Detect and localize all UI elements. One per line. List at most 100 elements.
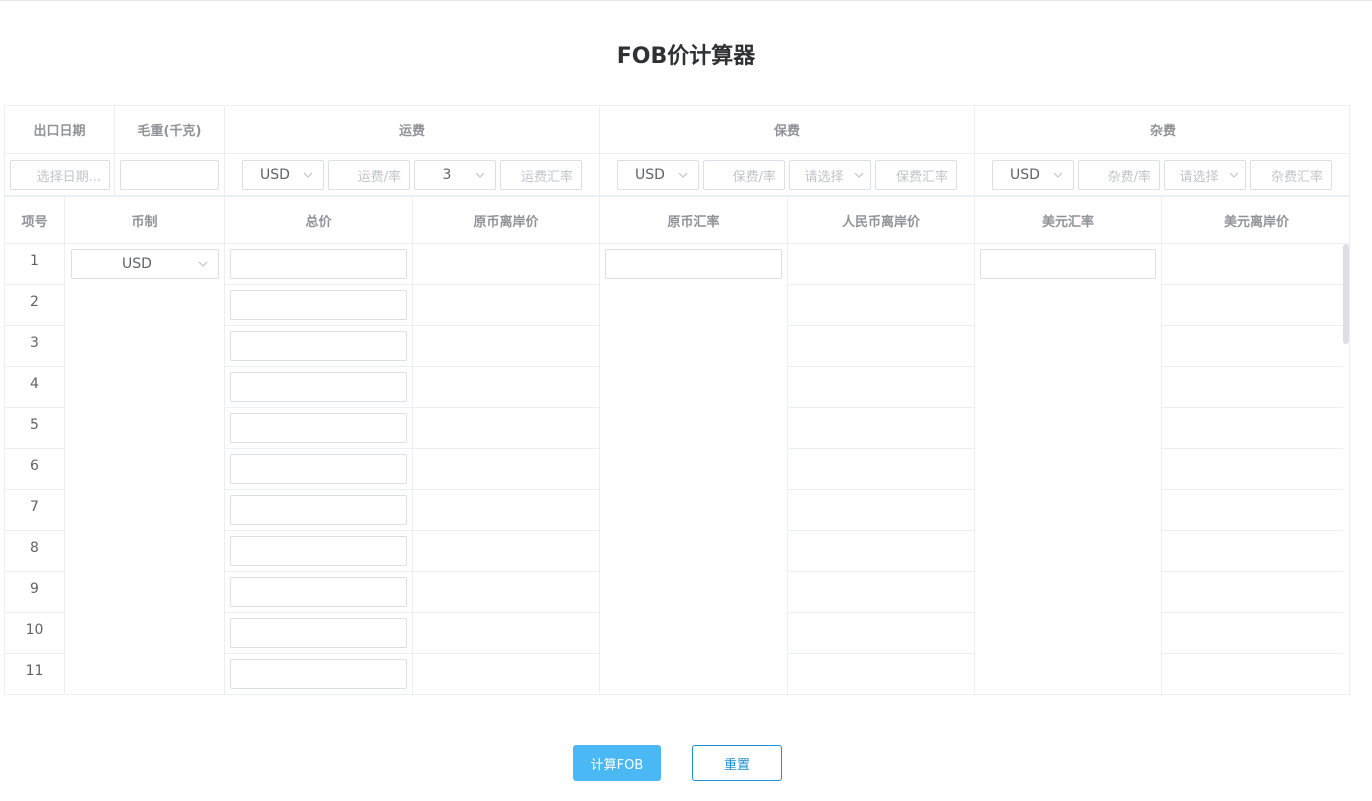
- usd-fob-cell: [1162, 531, 1343, 572]
- usd-rate-merged-cell: [975, 244, 1162, 694]
- row-number-cell: 9: [5, 572, 65, 613]
- total-price-input[interactable]: [230, 495, 407, 525]
- original-fob-cell: [413, 654, 600, 694]
- total-price-input[interactable]: [230, 536, 407, 566]
- calculate-fob-button[interactable]: 计算FOB: [573, 745, 661, 781]
- chevron-down-icon: [1229, 170, 1239, 180]
- freight-amount-input[interactable]: 运费/率: [328, 160, 410, 190]
- freight-currency-value: USD: [260, 167, 290, 183]
- col-rmb-fob: 人民币离岸价: [788, 196, 975, 244]
- chevron-down-icon: [303, 170, 313, 180]
- col-original-rate: 原币汇率: [600, 196, 788, 244]
- original-fob-cell: [413, 613, 600, 654]
- usd-fob-cell: [1162, 285, 1343, 326]
- row-number: 11: [25, 663, 44, 679]
- usd-fob-cell: [1162, 326, 1343, 367]
- total-price-input[interactable]: [230, 413, 407, 443]
- usd-fob-cell: [1162, 449, 1343, 490]
- usd-fob-cell: [1162, 490, 1343, 531]
- table-scrollbar[interactable]: [1343, 244, 1349, 344]
- row-number-cell: 4: [5, 367, 65, 408]
- original-fob-cell: [413, 449, 600, 490]
- header-insurance: 保费: [600, 106, 975, 154]
- calculator-table: 出口日期 毛重(千克) 运费 保费 杂费 选择日期... USD 运费/率 3 …: [4, 105, 1350, 695]
- chevron-down-icon: [475, 170, 485, 180]
- usd-rate-input[interactable]: [980, 249, 1156, 279]
- chevron-down-icon: [1053, 170, 1063, 180]
- insurance-currency-select[interactable]: USD: [617, 160, 699, 190]
- row-number: 10: [25, 622, 44, 638]
- header-freight: 运费: [225, 106, 600, 154]
- rmb-fob-cell: [788, 531, 975, 572]
- usd-fob-cell: [1162, 572, 1343, 613]
- row-number: 2: [30, 294, 39, 310]
- row-number-cell: 8: [5, 531, 65, 572]
- col-total-price: 总价: [225, 196, 413, 244]
- total-price-input[interactable]: [230, 659, 407, 689]
- rmb-fob-cell: [788, 367, 975, 408]
- row-number: 5: [30, 417, 39, 433]
- chevron-down-icon: [678, 170, 688, 180]
- row-number: 6: [30, 458, 39, 474]
- row-currency-value: USD: [122, 256, 152, 272]
- freight-currency-select[interactable]: USD: [242, 160, 324, 190]
- total-price-input[interactable]: [230, 290, 407, 320]
- total-price-input[interactable]: [230, 454, 407, 484]
- col-currency: 币制: [65, 196, 225, 244]
- rmb-fob-cell: [788, 449, 975, 490]
- reset-button[interactable]: 重置: [692, 745, 782, 781]
- row-number: 7: [30, 499, 39, 515]
- total-price-input[interactable]: [230, 577, 407, 607]
- usd-fob-cell: [1162, 613, 1343, 654]
- total-price-input[interactable]: [230, 249, 407, 279]
- original-fob-cell: [413, 490, 600, 531]
- row-number-cell: 11: [5, 654, 65, 694]
- rmb-fob-cell: [788, 326, 975, 367]
- original-fob-cell: [413, 244, 600, 285]
- page-title: FOB价计算器: [616, 44, 756, 69]
- row-number: 1: [30, 253, 39, 269]
- misc-currency-select[interactable]: USD: [992, 160, 1074, 190]
- total-price-input[interactable]: [230, 618, 407, 648]
- row-number: 3: [30, 335, 39, 351]
- original-fob-cell: [413, 572, 600, 613]
- top-divider: [0, 0, 1372, 1]
- row-currency-select[interactable]: USD: [71, 249, 219, 279]
- row-number-cell: 5: [5, 408, 65, 449]
- total-price-input[interactable]: [230, 372, 407, 402]
- rmb-fob-cell: [788, 408, 975, 449]
- original-fob-cell: [413, 367, 600, 408]
- total-price-input[interactable]: [230, 331, 407, 361]
- col-usd-fob: 美元离岸价: [1162, 196, 1349, 244]
- insurance-currency-value: USD: [635, 167, 665, 183]
- insurance-mode-select[interactable]: 请选择: [789, 160, 871, 190]
- freight-mode-select[interactable]: 3: [414, 160, 496, 190]
- misc-mode-select[interactable]: 请选择: [1164, 160, 1246, 190]
- row-number-cell: 3: [5, 326, 65, 367]
- original-rate-input[interactable]: [605, 249, 782, 279]
- date-picker-input[interactable]: 选择日期...: [10, 160, 110, 190]
- chevron-down-icon: [198, 259, 208, 269]
- insurance-amount-input[interactable]: 保费/率: [703, 160, 785, 190]
- freight-rate-input[interactable]: 运费汇率: [500, 160, 582, 190]
- chevron-down-icon: [854, 170, 864, 180]
- freight-mode-value: 3: [442, 167, 452, 183]
- row-number-cell: 10: [5, 613, 65, 654]
- original-fob-cell: [413, 326, 600, 367]
- row-number-cell: 6: [5, 449, 65, 490]
- misc-rate-input[interactable]: 杂费汇率: [1250, 160, 1332, 190]
- original-fob-cell: [413, 285, 600, 326]
- row-number-cell: 2: [5, 285, 65, 326]
- rmb-fob-cell: [788, 244, 975, 285]
- col-item-no: 项号: [5, 196, 65, 244]
- insurance-mode-value: 请选择: [804, 169, 844, 185]
- col-usd-rate: 美元汇率: [975, 196, 1162, 244]
- gross-weight-input[interactable]: [120, 160, 219, 190]
- misc-amount-input[interactable]: 杂费/率: [1078, 160, 1160, 190]
- currency-merged-cell: [65, 244, 225, 694]
- row-number: 4: [30, 376, 39, 392]
- rmb-fob-cell: [788, 285, 975, 326]
- insurance-rate-input[interactable]: 保费汇率: [875, 160, 957, 190]
- usd-fob-cell: [1162, 408, 1343, 449]
- header-misc: 杂费: [975, 106, 1349, 154]
